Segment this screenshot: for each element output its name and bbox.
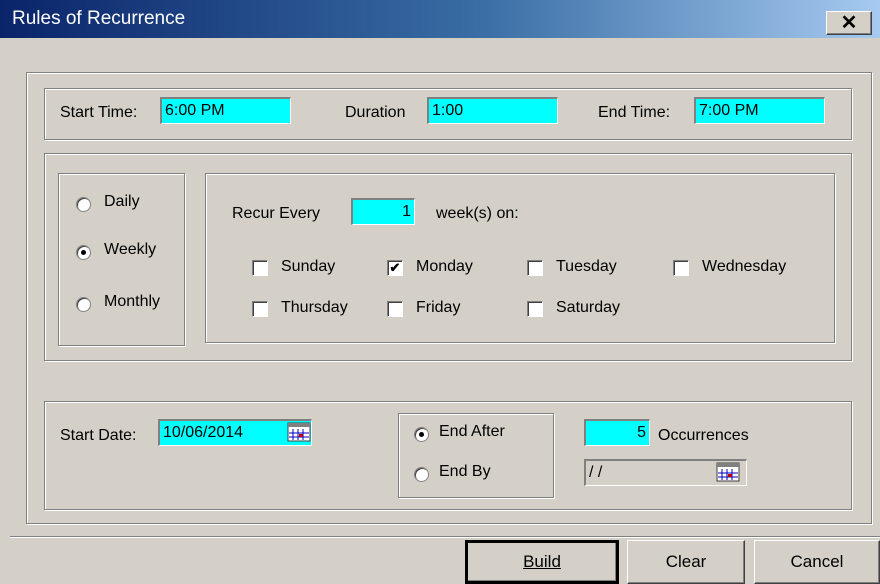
occurrences-field[interactable]: 5 <box>584 419 650 446</box>
build-label: Build <box>523 552 561 571</box>
tuesday-checkbox[interactable] <box>527 260 543 276</box>
title-bar: Rules of Recurrence ✕ <box>0 0 880 38</box>
thursday-checkbox[interactable] <box>252 301 268 317</box>
end-by-label: End By <box>439 463 491 480</box>
weekly-label: Weekly <box>104 241 157 258</box>
radio-monthly[interactable] <box>76 297 91 312</box>
cancel-label: Cancel <box>790 552 844 571</box>
duration-label: Duration <box>345 104 406 121</box>
wednesday-label: Wednesday <box>702 258 787 275</box>
check-icon: ✔ <box>389 260 401 275</box>
radio-end-after[interactable] <box>414 427 429 442</box>
start-time-field[interactable]: 6:00 PM <box>160 97 291 124</box>
sunday-label: Sunday <box>281 258 336 275</box>
recur-every-label: Recur Every <box>232 205 321 222</box>
daily-label: Daily <box>104 193 140 210</box>
occurrences-label: Occurrences <box>658 427 749 444</box>
friday-label: Friday <box>416 299 461 316</box>
duration-field[interactable]: 1:00 <box>427 97 558 124</box>
clear-button[interactable]: Clear <box>627 540 745 584</box>
end-by-date-value: / / <box>589 464 603 481</box>
radio-weekly[interactable] <box>76 245 91 260</box>
calendar-icon[interactable] <box>716 462 740 482</box>
close-button[interactable]: ✕ <box>826 11 872 35</box>
end-time-label: End Time: <box>598 104 671 121</box>
recur-every-field[interactable]: 1 <box>351 198 415 225</box>
clear-label: Clear <box>665 552 707 571</box>
button-separator <box>10 536 880 537</box>
monday-checkbox[interactable]: ✔ <box>387 260 403 276</box>
thursday-label: Thursday <box>281 299 348 316</box>
cancel-button[interactable]: Cancel <box>754 540 880 584</box>
saturday-label: Saturday <box>556 299 621 316</box>
saturday-checkbox[interactable] <box>527 301 543 317</box>
end-time-field[interactable]: 7:00 PM <box>694 97 825 124</box>
radio-daily[interactable] <box>76 197 91 212</box>
tuesday-label: Tuesday <box>556 258 617 275</box>
sunday-checkbox[interactable] <box>252 260 268 276</box>
monthly-label: Monthly <box>104 293 161 310</box>
wednesday-checkbox[interactable] <box>673 260 689 276</box>
radio-end-by[interactable] <box>414 467 429 482</box>
window-title: Rules of Recurrence <box>12 8 186 29</box>
monday-label: Monday <box>416 258 473 275</box>
build-button[interactable]: Build <box>465 540 619 584</box>
start-date-value: 10/06/2014 <box>163 424 244 441</box>
close-icon: ✕ <box>840 12 858 34</box>
end-after-label: End After <box>439 423 505 440</box>
friday-checkbox[interactable] <box>387 301 403 317</box>
recur-suffix-label: week(s) on: <box>436 205 519 222</box>
start-date-label: Start Date: <box>60 427 137 444</box>
start-time-label: Start Time: <box>60 104 138 121</box>
calendar-icon[interactable] <box>287 422 311 442</box>
